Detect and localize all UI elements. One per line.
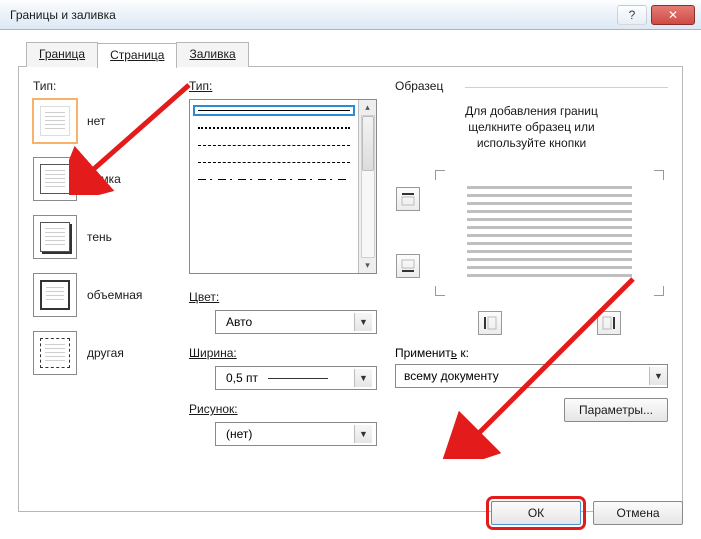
apply-to-value: всему документу [404,369,499,383]
tab-strip: Граница Страница Заливка [26,42,683,67]
style-solid[interactable] [198,110,350,111]
preview-legend: Образец [395,79,451,93]
setting-3d-label: объемная [87,288,142,302]
setting-custom-label: другая [87,346,124,360]
setting-shadow[interactable]: тень [33,215,183,259]
color-label: Цвет: [189,290,377,304]
setting-box[interactable]: рамка [33,157,183,201]
setting-label: Тип: [33,79,183,93]
apply-to-label: Применить к: [395,346,668,360]
border-left-button[interactable] [478,311,502,335]
scroll-up-icon[interactable]: ▴ [365,102,370,113]
tab-borders-label: Граница [39,47,85,61]
width-select[interactable]: 0,5 пт ▼ [215,366,377,390]
tab-page[interactable]: Страница [97,43,177,68]
options-button[interactable]: Параметры... [564,398,668,422]
setting-3d[interactable]: объемная [33,273,183,317]
preview-text-icon [467,186,633,280]
style-dash[interactable] [198,162,350,163]
close-button[interactable]: ✕ [651,5,695,25]
window-title: Границы и заливка [10,8,617,22]
tab-panel: Тип: нет рамка тень [18,66,683,512]
style-listbox[interactable]: ▴ ▾ [189,99,377,274]
style-label: Тип: [189,79,377,93]
titlebar: Границы и заливка ? ✕ [0,0,701,30]
art-label: Рисунок: [189,402,377,416]
setting-none[interactable]: нет [33,99,183,143]
border-right-button[interactable] [597,311,621,335]
style-dotted[interactable] [198,127,350,129]
art-value: (нет) [226,427,252,441]
ok-button[interactable]: ОК [491,501,581,525]
border-top-button[interactable] [396,187,420,211]
setting-custom[interactable]: другая [33,331,183,375]
preview-page[interactable] [431,166,668,300]
tab-shading[interactable]: Заливка [176,42,248,67]
width-value: 0,5 пт [226,371,258,385]
help-button[interactable]: ? [617,5,647,25]
setting-shadow-label: тень [87,230,112,244]
color-select[interactable]: Авто ▼ [215,310,377,334]
style-dash-dot[interactable] [198,179,350,180]
chevron-down-icon: ▼ [649,367,667,385]
preview-hint: Для добавления границ щелкните образец и… [395,103,668,152]
tab-page-label: Страница [110,48,164,62]
color-value: Авто [226,315,252,329]
cancel-button[interactable]: Отмена [593,501,683,525]
tab-borders[interactable]: Граница [26,42,98,67]
border-bottom-button[interactable] [396,254,420,278]
width-label: Ширина: [189,346,377,360]
chevron-down-icon: ▼ [354,369,372,387]
chevron-down-icon: ▼ [354,313,372,331]
setting-none-label: нет [87,114,105,128]
tab-shading-label: Заливка [189,47,235,61]
apply-to-select[interactable]: всему документу ▼ [395,364,668,388]
style-scrollbar[interactable]: ▴ ▾ [358,100,376,273]
chevron-down-icon: ▼ [354,425,372,443]
setting-box-label: рамка [87,172,121,186]
art-select[interactable]: (нет) ▼ [215,422,377,446]
scroll-down-icon[interactable]: ▾ [365,260,370,271]
style-dash-small[interactable] [198,145,350,146]
